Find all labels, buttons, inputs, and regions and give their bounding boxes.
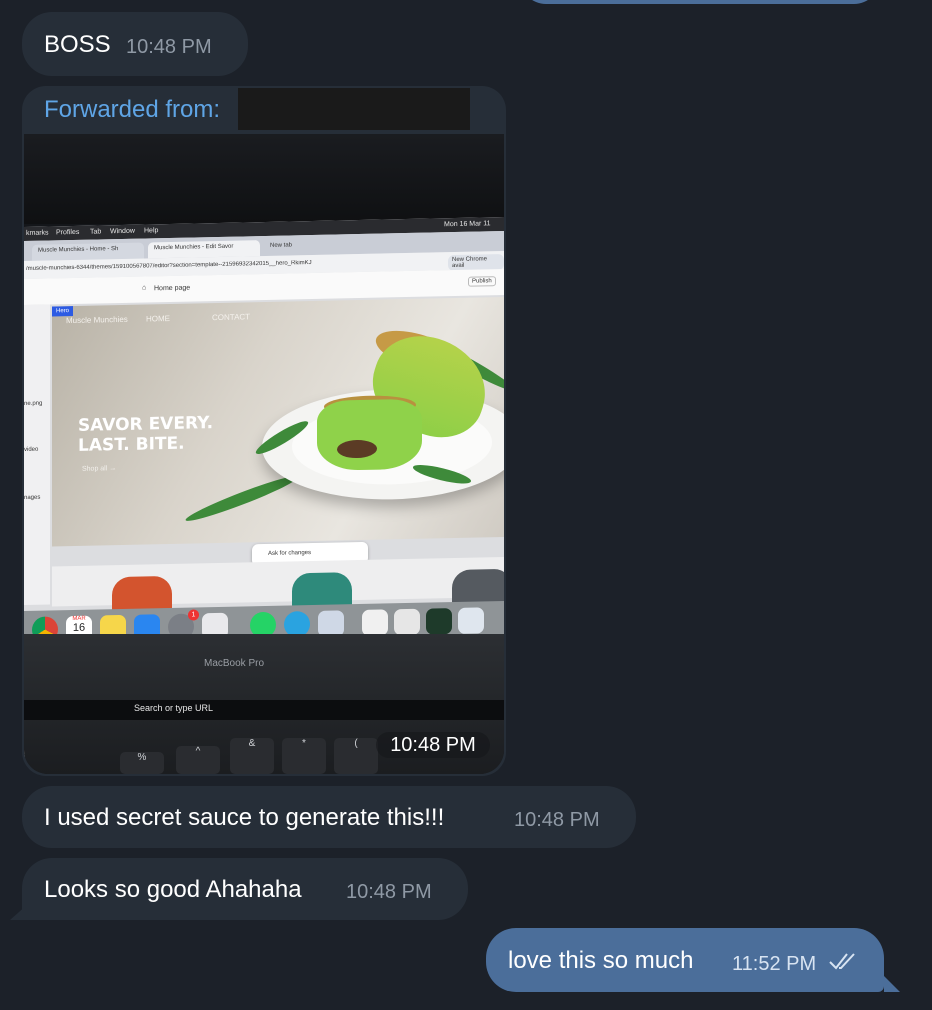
touch-bar: Search or type URL	[24, 700, 504, 720]
window-thumbnail	[426, 608, 452, 635]
editor-page-label: Home page	[154, 284, 191, 293]
message-love-this[interactable]: love this so much 11:52 PM	[486, 928, 884, 992]
keyboard-key: %	[120, 752, 164, 774]
left-panel-item: nages	[24, 494, 41, 502]
shirt-row	[52, 556, 504, 618]
macbook-label: MacBook Pro	[204, 658, 265, 669]
home-icon: ⌂	[142, 284, 147, 292]
window-thumbnail	[394, 608, 420, 636]
hero-shop-link: Shop all →	[82, 465, 117, 473]
touchbar-search: Search or type URL	[134, 703, 214, 713]
left-panel-item: video	[24, 446, 39, 454]
forwarded-image[interactable]: kmarks Profiles Tab Window Help Mon 16 M…	[24, 134, 504, 774]
menubar-item: Profiles	[56, 228, 80, 237]
message-boss[interactable]: BOSS 10:48 PM	[22, 12, 248, 76]
keyboard-key: &	[230, 738, 274, 774]
dock-badge: 1	[188, 609, 199, 621]
bubble-tail	[884, 976, 900, 992]
menubar-clock: Mon 16 Mar 11	[444, 220, 491, 229]
menubar-item: Tab	[90, 228, 102, 236]
editor-left-panel: ne.png video nages	[24, 304, 50, 606]
message-time: 10:48 PM	[126, 36, 212, 58]
hero-title-line: SAVOR EVERY.	[78, 413, 214, 436]
message-time: 10:48 PM	[346, 881, 432, 903]
calendar-day: 16	[72, 621, 86, 635]
double-check-icon	[828, 950, 858, 977]
menubar-item: Help	[144, 227, 159, 235]
message-time: 10:48 PM	[514, 809, 600, 831]
hero-section: Hero Muscle Munchies HOME CONTACT SAVOR …	[52, 296, 504, 547]
hero-nav-item: CONTACT	[212, 312, 251, 323]
hero-title-line: LAST. BITE.	[78, 433, 185, 456]
redacted-sender-name	[238, 88, 470, 130]
message-looks-good[interactable]: Looks so good Ahahaha 10:48 PM	[22, 858, 468, 920]
message-text: I used secret sauce to generate this!!!	[44, 804, 445, 831]
ask-label: Ask for changes	[268, 550, 312, 557]
message-time: 11:52 PM	[732, 953, 817, 975]
hero-nav-item: HOME	[146, 313, 170, 324]
menubar-item: kmarks	[26, 229, 49, 237]
url-text: /muscle-munchies-6344/themes/15910056780…	[26, 260, 312, 272]
keyboard-key: *	[282, 738, 326, 774]
hero-tag: Hero	[52, 306, 74, 317]
menubar-item: Window	[110, 227, 135, 236]
preview-icon	[318, 610, 344, 637]
laptop-lid	[24, 134, 504, 224]
cake-half-shape	[317, 398, 422, 471]
message-text: love this so much	[508, 947, 694, 974]
hero-title: SAVOR EVERY. LAST. BITE.	[78, 413, 213, 456]
previous-outgoing-bubble[interactable]	[520, 0, 880, 4]
forwarded-label[interactable]: Forwarded from:	[44, 96, 220, 124]
image-timestamp: 10:48 PM	[376, 732, 490, 758]
window-thumbnail	[362, 609, 388, 636]
window-thumbnail	[458, 607, 484, 634]
message-secret-sauce[interactable]: I used secret sauce to generate this!!! …	[22, 786, 636, 848]
left-panel-item: ne.png	[24, 400, 43, 408]
message-text: Looks so good Ahahaha	[44, 876, 302, 903]
leaf-shape	[183, 471, 301, 526]
keyboard-key: ^	[176, 746, 220, 774]
keyboard-key: (	[334, 738, 378, 774]
hero-brand: Muscle Munchies	[66, 314, 128, 326]
message-text: BOSS	[44, 31, 111, 58]
bubble-tail	[10, 904, 28, 920]
publish-button: Publish	[468, 276, 496, 287]
